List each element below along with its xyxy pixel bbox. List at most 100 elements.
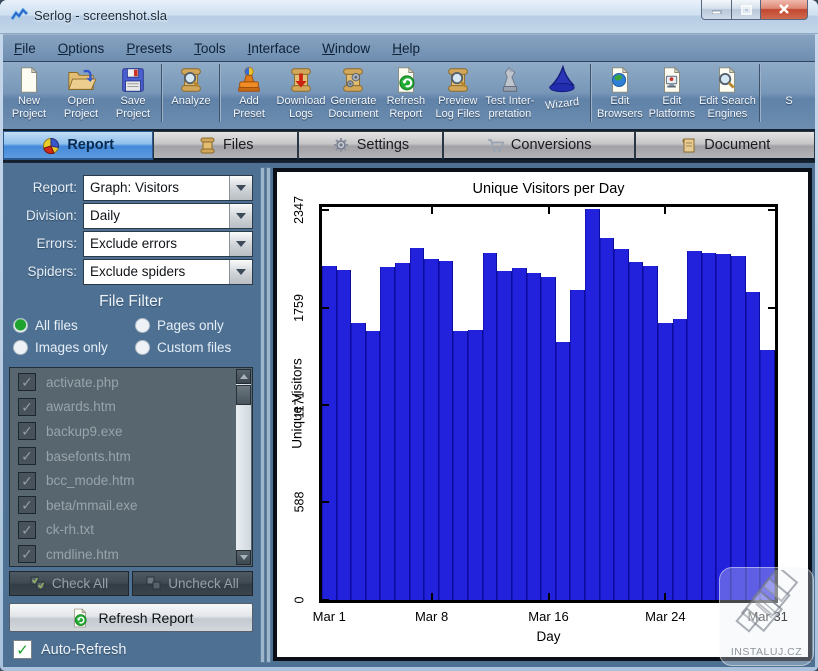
menu-item-options[interactable]: Options (47, 37, 116, 60)
content-area: Report:Graph: VisitorsDivision:DailyErro… (3, 162, 815, 667)
scroll-down-button[interactable] (236, 550, 251, 565)
bar-mar-1 (322, 266, 337, 600)
bar-mar-13 (497, 271, 512, 600)
refresh-report-button[interactable]: Refresh Report (9, 603, 253, 632)
file-row-backup9-exe[interactable]: ✓backup9.exe (10, 419, 235, 444)
tab-document[interactable]: Document (635, 131, 815, 160)
select-label-spiders: Spiders: (3, 264, 83, 279)
statue-icon (495, 65, 525, 95)
file-name: cmdline.htm (36, 547, 119, 562)
menu-item-help[interactable]: Help (381, 37, 431, 60)
file-checkbox[interactable]: ✓ (18, 447, 36, 465)
bar-mar-18 (570, 290, 585, 600)
toolbar-generate-document[interactable]: GenerateDocument (327, 62, 380, 129)
file-name: backup9.exe (36, 424, 123, 439)
bar-mar-19 (585, 209, 600, 600)
scroll-icon (198, 136, 216, 154)
toolbar-open-project[interactable]: OpenProject (55, 62, 107, 129)
bar-mar-24 (658, 323, 673, 600)
menu-item-presets[interactable]: Presets (115, 37, 183, 60)
x-tick-label: Mar 16 (528, 609, 568, 624)
close-button[interactable] (760, 0, 808, 20)
radio-pages-only[interactable]: Pages only (135, 318, 251, 333)
file-list: ✓activate.php✓awards.htm✓backup9.exe✓bas… (9, 367, 253, 567)
report-select-arrow-button[interactable] (229, 176, 252, 200)
file-checkbox[interactable]: ✓ (18, 545, 36, 563)
file-list-scrollbar[interactable] (236, 369, 251, 565)
auto-refresh-toggle[interactable]: ✓ Auto-Refresh (13, 640, 126, 659)
toolbar-new-project[interactable]: NewProject (3, 62, 55, 129)
blank-page-icon (14, 65, 44, 95)
errors-select[interactable]: Exclude errors (83, 231, 253, 257)
arrow-up-icon (240, 374, 248, 379)
maximize-button[interactable] (732, 0, 760, 20)
file-row-basefonts-htm[interactable]: ✓basefonts.htm (10, 444, 235, 469)
file-checkbox[interactable]: ✓ (18, 472, 36, 490)
toolbar-label-preview-log-files: PreviewLog Files (436, 95, 481, 120)
window-controls (701, 0, 808, 20)
bar-mar-28 (716, 254, 731, 600)
tab-conversions[interactable]: Conversions (443, 131, 635, 160)
radio-all-files[interactable]: All files (13, 318, 135, 333)
bar-mar-15 (527, 273, 542, 600)
toolbar-wizard[interactable]: Wizard (536, 62, 588, 129)
select-row-spiders: Spiders:Exclude spiders (3, 259, 259, 284)
tab-files[interactable]: Files (153, 131, 298, 160)
check-all-button[interactable]: Check All (9, 571, 129, 596)
spiders-select-arrow-button[interactable] (229, 260, 252, 284)
file-row-beta-mmail-exe[interactable]: ✓beta/mmail.exe (10, 493, 235, 518)
file-row-awards-htm[interactable]: ✓awards.htm (10, 395, 235, 420)
page-search-icon (712, 65, 742, 95)
file-row-cmdline-htm[interactable]: ✓cmdline.htm (10, 542, 235, 567)
radio-dot-icon[interactable] (135, 318, 150, 333)
toolbar-add-preset[interactable]: AddPreset (223, 62, 275, 129)
spiders-select[interactable]: Exclude spiders (83, 259, 253, 285)
scrollbar-thumb[interactable] (236, 385, 251, 405)
toolbar-analyze[interactable]: Analyze (165, 62, 217, 129)
toolbar-download-logs[interactable]: DownloadLogs (275, 62, 327, 129)
scroll-download-icon (286, 65, 316, 95)
file-checkbox[interactable]: ✓ (18, 373, 36, 391)
minimize-button[interactable] (701, 0, 732, 20)
radio-dot-icon[interactable] (13, 340, 28, 355)
file-row-bcc-mode-htm[interactable]: ✓bcc_mode.htm (10, 468, 235, 493)
y-tick-mark (322, 404, 329, 406)
radio-images-only[interactable]: Images only (13, 340, 135, 355)
scroll-up-button[interactable] (236, 369, 251, 384)
radio-custom-files[interactable]: Custom files (135, 340, 251, 355)
toolbar-save-project[interactable]: SaveProject (107, 62, 159, 129)
sidebar-splitter[interactable] (259, 163, 272, 667)
toolbar-test-inter-pretation[interactable]: Test Inter-pretation (484, 62, 536, 129)
tab-settings[interactable]: Settings (298, 131, 443, 160)
radio-dot-icon[interactable] (135, 340, 150, 355)
y-tick-mark-right (768, 307, 775, 309)
file-checkbox[interactable]: ✓ (18, 422, 36, 440)
file-checkbox[interactable]: ✓ (18, 496, 36, 514)
tab-report[interactable]: Report (3, 131, 153, 160)
bar-mar-16 (541, 277, 556, 600)
division-select[interactable]: Daily (83, 203, 253, 229)
toolbar-preview-log-files[interactable]: PreviewLog Files (432, 62, 484, 129)
toolbar-refresh-report[interactable]: RefreshReport (380, 62, 432, 129)
division-select-arrow-button[interactable] (229, 204, 252, 228)
file-row-ck-rh-txt[interactable]: ✓ck-rh.txt (10, 518, 235, 543)
menu-item-window[interactable]: Window (311, 37, 381, 60)
menu-item-file[interactable]: File (3, 37, 47, 60)
file-checkbox[interactable]: ✓ (18, 398, 36, 416)
app-icon (10, 8, 29, 28)
auto-refresh-checkbox[interactable]: ✓ (13, 640, 32, 659)
toolbar-edit-search-engines[interactable]: Edit SearchEngines (698, 62, 757, 129)
gear-icon (332, 136, 350, 154)
errors-select-arrow-button[interactable] (229, 232, 252, 256)
report-select[interactable]: Graph: Visitors (83, 175, 253, 201)
toolbar-edit-browsers[interactable]: EditBrowsers (594, 62, 646, 129)
radio-dot-icon[interactable] (13, 318, 28, 333)
menu-item-interface[interactable]: Interface (237, 37, 312, 60)
file-checkbox[interactable]: ✓ (18, 521, 36, 539)
toolbar-edit-platforms[interactable]: EditPlatforms (646, 62, 698, 129)
uncheck-all-button[interactable]: Uncheck All (132, 571, 253, 596)
file-row-activate-php[interactable]: ✓activate.php (10, 370, 235, 395)
toolbar-s[interactable]: S (763, 62, 815, 129)
chart-title: Unique Visitors per Day (319, 181, 778, 197)
menu-item-tools[interactable]: Tools (183, 37, 237, 60)
